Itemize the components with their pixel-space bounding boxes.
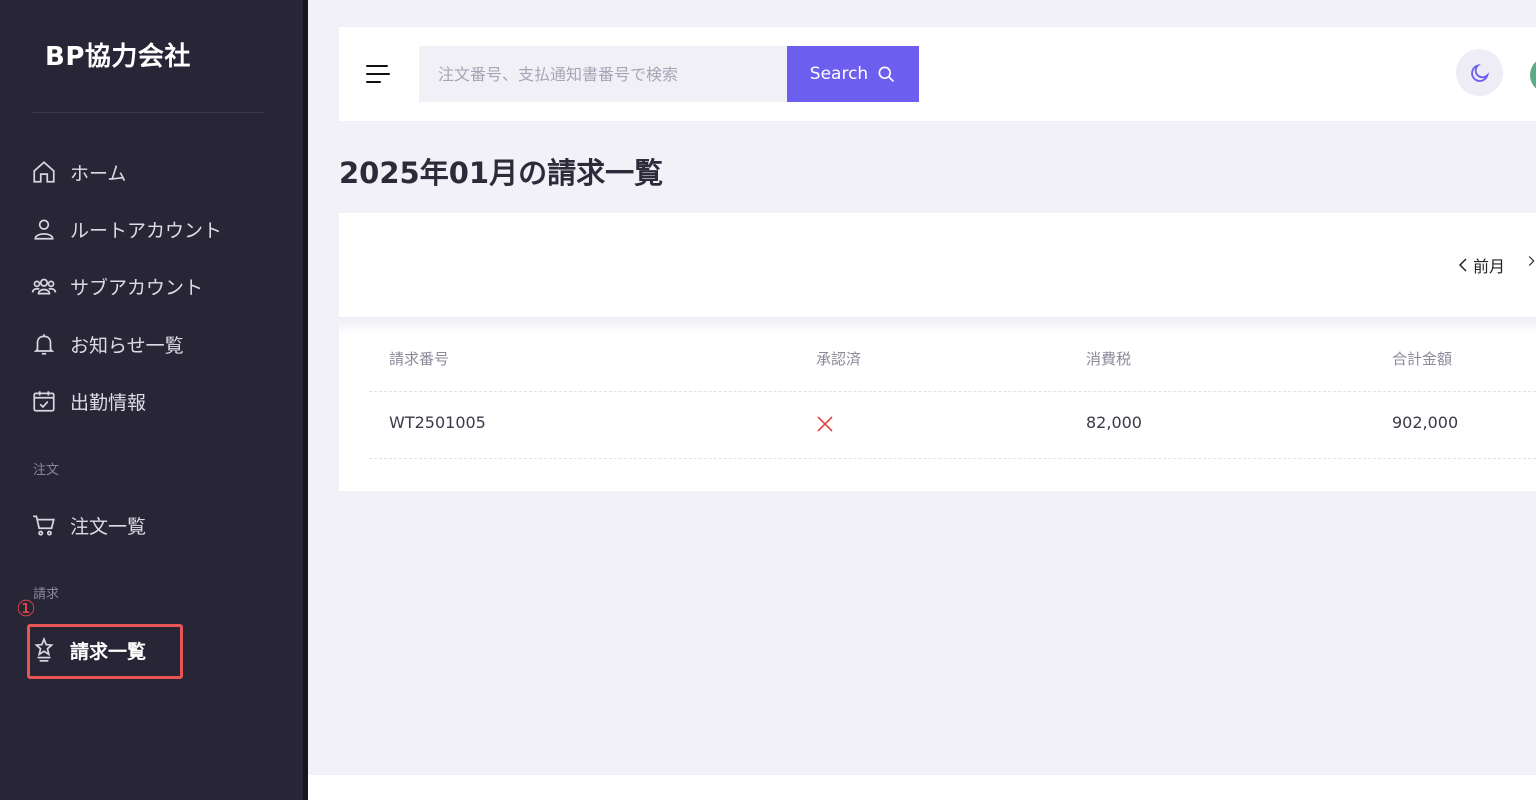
next-month-button[interactable] xyxy=(1527,253,1536,269)
cell-invoice-no[interactable]: WT2501005 xyxy=(389,413,486,432)
section-label-order: 注文 xyxy=(33,463,60,478)
bell-icon xyxy=(30,330,58,358)
theme-toggle-button[interactable] xyxy=(1456,49,1503,96)
sidebar-item-root-account[interactable]: ルートアカウント xyxy=(30,211,222,247)
header-divider xyxy=(369,391,1536,392)
search-input[interactable] xyxy=(419,46,787,102)
prev-month-button[interactable]: 前月 xyxy=(1457,253,1505,277)
sidebar-item-label: 注文一覧 xyxy=(70,515,147,538)
cell-tax: 82,000 xyxy=(1086,413,1142,432)
brand-divider xyxy=(32,112,264,113)
card-divider xyxy=(339,317,1536,333)
user-icon xyxy=(30,215,58,243)
sidebar-item-label: お知らせ一覧 xyxy=(70,334,184,357)
topbar: Search xyxy=(339,27,1536,121)
sidebar-item-label: ホーム xyxy=(70,162,127,185)
invoice-card: 前月 請求番号 承認済 消費税 合計金額 WT2501005 82,000 90… xyxy=(339,213,1536,491)
sidebar-item-label: 出勤情報 xyxy=(70,391,147,414)
calendar-check-icon xyxy=(30,387,58,415)
step-marker: ① xyxy=(16,597,36,622)
menu-toggle-icon[interactable] xyxy=(366,63,390,85)
footer-area xyxy=(308,775,1536,800)
cart-icon xyxy=(30,511,58,539)
column-header-total[interactable]: 合計金額 xyxy=(1392,348,1452,369)
users-icon xyxy=(30,272,58,300)
sidebar-item-sub-account[interactable]: サブアカウント xyxy=(30,268,203,304)
sidebar-edge xyxy=(303,0,308,800)
search-icon xyxy=(878,66,895,83)
annotation-highlight-box xyxy=(27,624,183,679)
prev-month-label: 前月 xyxy=(1473,257,1506,276)
column-header-tax[interactable]: 消費税 xyxy=(1086,348,1131,369)
sidebar-item-attendance[interactable]: 出勤情報 xyxy=(30,383,146,419)
search-button-label: Search xyxy=(809,64,869,84)
chevron-left-icon xyxy=(1458,258,1467,272)
sidebar-item-label: サブアカウント xyxy=(70,276,204,299)
not-approved-x-icon xyxy=(817,416,833,432)
moon-icon xyxy=(1470,63,1489,82)
cell-total: 902,000 xyxy=(1392,413,1459,432)
sidebar: BP協力会社 ホーム ルートアカウント サブアカウント お知らせ一覧 出勤情報 … xyxy=(0,0,303,800)
page-title: 2025年01月の請求一覧 xyxy=(339,156,664,190)
chevron-right-icon xyxy=(1528,256,1535,266)
sidebar-item-home[interactable]: ホーム xyxy=(30,154,126,190)
avatar[interactable] xyxy=(1530,57,1536,93)
column-header-approved[interactable]: 承認済 xyxy=(816,348,861,369)
column-header-invoice-no[interactable]: 請求番号 xyxy=(389,348,449,369)
row-divider xyxy=(369,458,1536,459)
sidebar-item-notifications[interactable]: お知らせ一覧 xyxy=(30,326,184,362)
home-icon xyxy=(30,158,58,186)
brand-title: BP協力会社 xyxy=(45,42,191,72)
sidebar-item-label: ルートアカウント xyxy=(70,219,223,242)
search-button[interactable]: Search xyxy=(787,46,919,102)
sidebar-item-order-list[interactable]: 注文一覧 xyxy=(30,507,146,543)
